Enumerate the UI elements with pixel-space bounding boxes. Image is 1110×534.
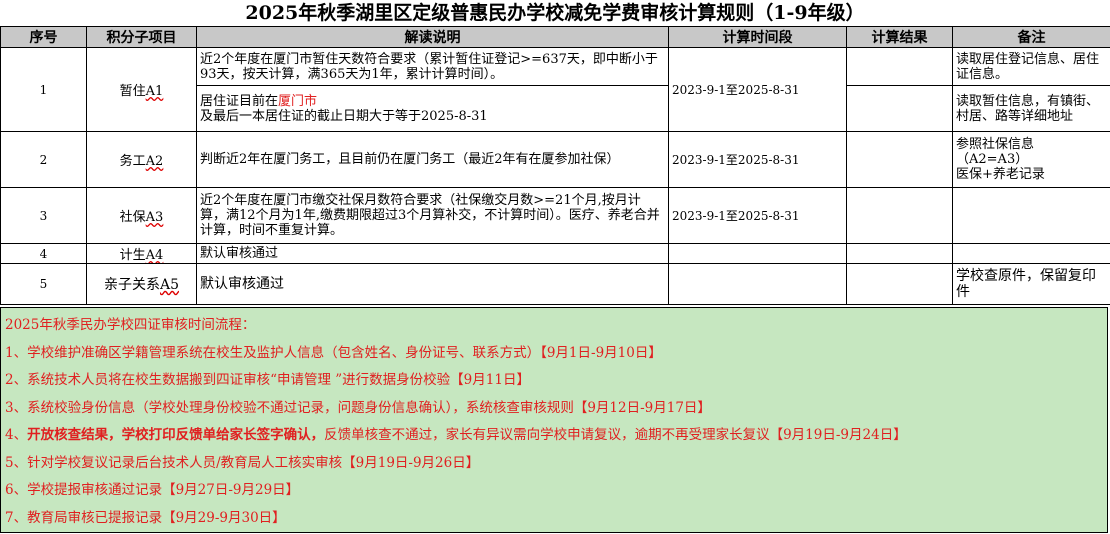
item-text: 暂住	[119, 84, 146, 99]
table-row: 1 暂住A1 近2个年度在厦门市暂住天数符合要求（累计暂住证登记>=637天，即…	[0, 47, 1110, 132]
cell-period: 2023-9-1至2025-8-31	[668, 131, 847, 188]
header-seq: 序号	[0, 26, 87, 48]
item-text: 社保	[119, 210, 146, 225]
table-row: 4 计生A4 默认审核通过	[0, 243, 1110, 264]
cell-seq: 1	[0, 47, 87, 132]
cell-desc: 默认审核通过	[196, 263, 669, 305]
cell-period	[668, 243, 847, 264]
cell-desc: 判断近2年在厦门务工，且目前仍在厦门务工（最近2年有在厦参加社保）	[196, 131, 669, 188]
timeline-step: 7、教育局审核已提报记录【9月29-9月30日】	[5, 509, 286, 526]
header-result: 计算结果	[846, 26, 953, 48]
table-row: 2 务工A2 判断近2年在厦门务工，且目前仍在厦门务工（最近2年有在厦参加社保）…	[0, 131, 1110, 188]
cell-result	[846, 131, 953, 188]
cell-item: 社保A3	[86, 187, 197, 244]
item-code: A5	[159, 277, 180, 293]
timeline-step: 5、针对学校复议记录后台技术人员/教育局人工核实审核【9月19日-9月26日】	[5, 454, 480, 471]
remark-line: （A2=A3）	[956, 152, 1029, 167]
spreadsheet: 2025年秋季湖里区定级普惠民办学校减免学费审核计算规则（1-9年级） 序号 积…	[0, 0, 1110, 534]
step-text: 反馈单核查不通过，家长有异议需向学校申请复议，逾期不再受理家长复议【9月19日-…	[324, 427, 907, 443]
review-timeline: 2025年秋季民办学校四证审核时间流程： 1、学校维护准确区学籍管理系统在校生及…	[0, 307, 1108, 533]
cell-period	[668, 263, 847, 305]
cell-result	[846, 243, 953, 264]
remark-line: 医保+养老记录	[956, 167, 1045, 182]
cell-item: 亲子关系A5	[86, 263, 197, 305]
cell-result	[846, 263, 953, 305]
cell-period: 2023-9-1至2025-8-31	[668, 47, 847, 132]
item-code: A2	[145, 154, 164, 169]
header-period: 计算时间段	[668, 26, 847, 48]
header-row: 序号 积分子项目 解读说明 计算时间段 计算结果 备注	[0, 26, 1110, 48]
timeline-step: 6、学校提报审核通过记录【9月27日-9月29日】	[5, 482, 300, 498]
cell-seq: 2	[0, 131, 87, 188]
item-text: 务工	[119, 154, 146, 169]
cell-item: 计生A4	[86, 243, 197, 264]
cell-period: 2023-9-1至2025-8-31	[668, 187, 847, 244]
cell-remark: 参照社保信息 （A2=A3） 医保+养老记录	[952, 131, 1110, 188]
cell-result	[846, 187, 953, 244]
remark-line: 参照社保信息	[956, 137, 1035, 152]
table-row: 5 亲子关系A5 默认审核通过 学校查原件，保留复印件	[0, 263, 1110, 305]
cell-remark	[952, 187, 1110, 244]
timeline-step: 1、学校维护准确区学籍管理系统在校生及监护人信息（包含姓名、身份证号、联系方式）…	[5, 344, 662, 361]
timeline-step: 4、开放核查结果，学校打印反馈单给家长签字确认，反馈单核查不通过，家长有异议需向…	[5, 422, 1103, 450]
cell-desc: 居住证目前在厦门市 及最后一本居住证的截止日期大于等于2025-8-31	[196, 85, 669, 132]
desc-text: 及最后一本居住证的截止日期大于等于2025-8-31	[200, 108, 488, 124]
cell-item: 暂住A1	[86, 47, 197, 132]
page-title: 2025年秋季湖里区定级普惠民办学校减免学费审核计算规则（1-9年级）	[245, 2, 865, 24]
item-code: A3	[145, 210, 164, 225]
cell-desc: 近2个年度在厦门市缴交社保月数符合要求（社保缴交月数>=21个月,按月计算，满1…	[196, 187, 669, 244]
cell-result	[846, 85, 953, 132]
step-emphasis: 开放核查结果，学校打印反馈单给家长签字确认，	[27, 427, 325, 443]
cell-desc: 默认审核通过	[196, 243, 669, 264]
cell-remark	[952, 243, 1110, 264]
header-item: 积分子项目	[86, 26, 197, 48]
header-desc: 解读说明	[196, 26, 669, 48]
cell-seq: 5	[0, 263, 87, 305]
desc-city: 厦门市	[278, 93, 318, 109]
cell-result	[846, 47, 953, 86]
timeline-step: 2、系统技术人员将在校生数据搬到四证审核“申请管理 ”进行数据身份校验【9月11…	[5, 372, 530, 388]
item-code: A4	[145, 248, 164, 263]
item-text: 计生	[119, 248, 146, 263]
header-remark: 备注	[952, 26, 1110, 48]
table-row: 3 社保A3 近2个年度在厦门市缴交社保月数符合要求（社保缴交月数>=21个月,…	[0, 187, 1110, 244]
cell-remark: 学校查原件，保留复印件	[952, 263, 1110, 305]
cell-item: 务工A2	[86, 131, 197, 188]
cell-desc: 近2个年度在厦门市暂住天数符合要求（累计暂住证登记>=637天，即中断小于93天…	[196, 47, 669, 86]
cell-remark: 读取居住登记信息、居住证信息。	[952, 47, 1110, 86]
cell-seq: 3	[0, 187, 87, 244]
item-code: A1	[145, 84, 164, 99]
cell-seq: 4	[0, 243, 87, 264]
rules-table: 序号 积分子项目 解读说明 计算时间段 计算结果 备注 1 暂住A1 近2个年度…	[0, 26, 1110, 305]
timeline-heading: 2025年秋季民办学校四证审核时间流程：	[5, 317, 256, 333]
cell-remark: 读取暂住信息，有镇街、村居、路等详细地址	[952, 85, 1110, 132]
item-text: 亲子关系	[103, 277, 160, 293]
step-number: 4、	[5, 427, 28, 443]
timeline-step: 3、系统校验身份信息（学校处理身份校验不通过记录，问题身份信息确认），系统核查审…	[5, 399, 711, 416]
desc-text: 居住证目前在	[200, 93, 279, 109]
